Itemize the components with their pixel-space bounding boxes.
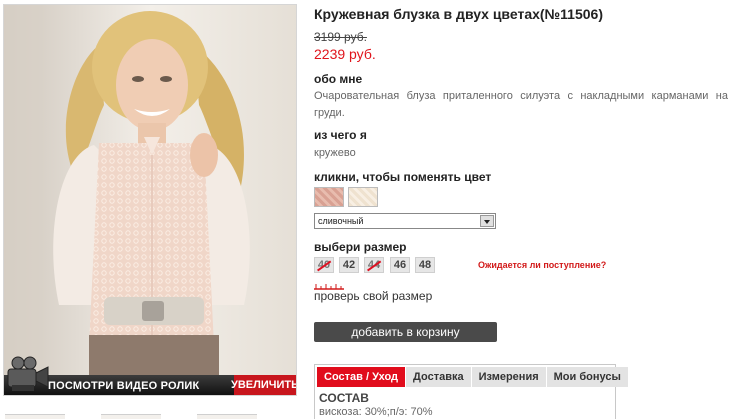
product-photo[interactable]: ПОСМОТРИ ВИДЕО РОЛИК УВЕЛИЧИТЬ [3, 4, 297, 396]
size-option-44[interactable]: 44 [364, 257, 384, 273]
watch-video-label: ПОСМОТРИ ВИДЕО РОЛИК [48, 380, 200, 392]
material-heading: из чего я [314, 128, 367, 142]
size-option-40[interactable]: 40 [314, 257, 334, 273]
material-text: кружево [314, 147, 356, 159]
thumbnail[interactable] [5, 414, 65, 419]
check-size-link[interactable]: проверь свой размер [314, 289, 432, 303]
product-title: Кружевная блузка в двух цветах(№11506) [314, 6, 603, 22]
add-to-cart-button[interactable]: добавить в корзину [314, 322, 497, 342]
pink-lace-swatch[interactable] [314, 187, 344, 207]
cream-lace-swatch[interactable] [348, 187, 378, 207]
details-tabs: Состав / Уход Доставка Измерения Мои бон… [317, 367, 629, 387]
about-text: Очаровательная блуза приталенного силуэт… [314, 90, 728, 119]
details-tabs-panel: Состав / Уход Доставка Измерения Мои бон… [314, 364, 629, 419]
chevron-down-icon[interactable] [480, 215, 494, 227]
composition-text: вискоза: 30%;п/э: 70% [319, 406, 433, 418]
tab-composition[interactable]: Состав / Уход [317, 367, 407, 387]
size-option-48[interactable]: 48 [415, 257, 435, 273]
awaiting-stock-link[interactable]: Ожидается ли поступление? [478, 260, 606, 270]
composition-heading: СОСТАВ [319, 391, 369, 405]
watch-video-button[interactable]: ПОСМОТРИ ВИДЕО РОЛИК [4, 356, 236, 395]
tab-my-bonuses[interactable]: Мои бонусы [546, 367, 629, 387]
tab-delivery[interactable]: Доставка [406, 367, 472, 387]
thumbnail[interactable] [101, 414, 161, 419]
color-heading: кликни, чтобы поменять цвет [314, 170, 492, 184]
old-price: 3199 руб. [314, 30, 367, 44]
size-option-42[interactable]: 42 [339, 257, 359, 273]
thumbnail-strip [3, 400, 297, 419]
current-price: 2239 руб. [314, 46, 376, 62]
size-option-46[interactable]: 46 [390, 257, 410, 273]
size-heading: выбери размер [314, 240, 407, 254]
color-select-value: сливочный [318, 216, 364, 226]
about-heading: обо мне [314, 72, 363, 86]
color-select[interactable]: сливочный [314, 213, 496, 229]
thumbnail[interactable] [197, 414, 257, 419]
tab-measurements[interactable]: Измерения [471, 367, 547, 387]
video-camera-icon [7, 356, 49, 391]
model-photo-image [4, 5, 296, 395]
zoom-button[interactable]: УВЕЛИЧИТЬ [231, 375, 296, 395]
